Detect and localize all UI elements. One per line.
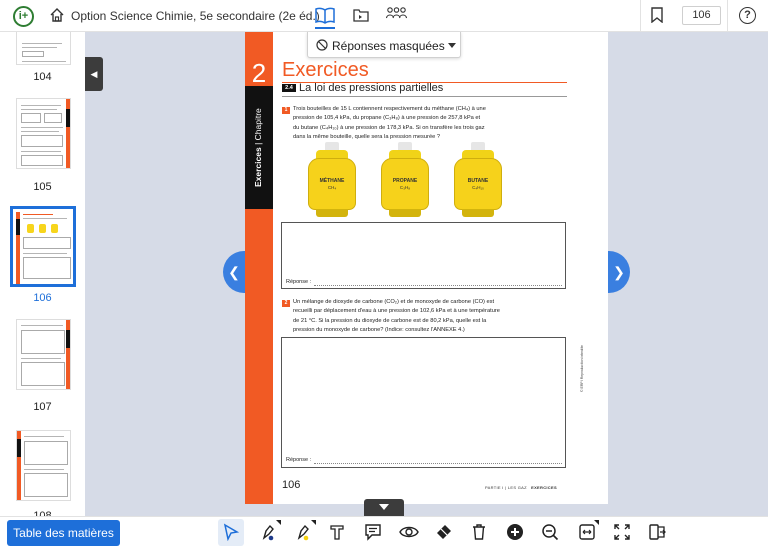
copyright-credit: © ERPI Reproduction interdite [580, 345, 584, 392]
thumbnail-page-107[interactable] [16, 319, 71, 390]
section-rule [282, 96, 567, 97]
group-icon[interactable] [386, 6, 407, 22]
chapter-number: 2 [251, 58, 267, 88]
zoom-in-button[interactable] [502, 519, 528, 546]
exercise-number: 1 [282, 107, 290, 114]
section-number: 2.4 [282, 84, 296, 92]
comment-icon [365, 524, 381, 541]
answers-dropdown-label: Réponses masquées [332, 39, 445, 53]
toggle-toolbar-button[interactable] [364, 499, 404, 516]
trash-icon [473, 524, 485, 540]
thumbnail-sidebar: 104 105 106 107 108 [0, 32, 85, 516]
zoom-out-button[interactable] [537, 519, 563, 546]
page-footer: PARTIE I | LES GAZ EXERCICES [485, 485, 557, 490]
textbook-page: 2 Exercices | Chapitre Exercices 2.4 La … [245, 32, 608, 504]
cursor-tool[interactable] [218, 519, 244, 546]
top-bar: i+ Option Science Chimie, 5e secondaire … [0, 0, 768, 32]
pen-tool[interactable] [256, 519, 282, 546]
answer-box[interactable]: Réponse : [281, 337, 566, 468]
gas-tank-butane: BUTANE C₄H₁₀ [453, 142, 503, 217]
table-of-contents-button[interactable]: Table des matières [7, 520, 120, 546]
text-icon [330, 525, 344, 540]
topbar-divider [727, 0, 728, 32]
gas-tank-methane: MÉTHANE CH₄ [307, 142, 357, 217]
bottom-toolbar: Table des matières [0, 516, 768, 548]
dual-page-button[interactable] [644, 519, 670, 546]
thumbnail-label: 106 [33, 292, 52, 304]
page-number-input[interactable]: 106 [682, 6, 721, 25]
thumbnail-page-106[interactable] [10, 206, 76, 287]
visibility-tool[interactable] [395, 519, 421, 546]
thumbnail-label: 107 [33, 401, 52, 413]
answers-visibility-dropdown[interactable]: Réponses masquées [307, 32, 461, 58]
home-icon[interactable] [49, 7, 65, 23]
document-title: Option Science Chimie, 5e secondaire (2e… [71, 9, 320, 23]
help-icon[interactable]: ? [739, 7, 756, 24]
fit-width-icon [579, 524, 595, 540]
eraser-icon [437, 525, 451, 539]
app-logo[interactable]: i+ [13, 6, 34, 27]
comment-tool[interactable] [360, 519, 386, 546]
exercise-text: Trois bouteilles de 15 L contiennent res… [293, 106, 486, 140]
chevron-down-icon [448, 43, 456, 48]
folder-icon[interactable] [353, 7, 369, 23]
book-icon[interactable] [315, 6, 335, 24]
exercise-text: Un mélange de dioxyde de carbone (CO₂) e… [293, 299, 500, 333]
pen-icon [262, 524, 274, 541]
thumbnail-page-105[interactable] [16, 98, 71, 169]
gas-tank-propane: PROPANE C₃H₈ [380, 142, 430, 217]
active-view-indicator [315, 27, 335, 29]
eye-off-icon [316, 39, 328, 51]
answer-box[interactable]: Réponse : [281, 222, 566, 289]
page-title: Exercices [282, 59, 369, 81]
zoom-in-icon [507, 524, 523, 540]
fullscreen-button[interactable] [609, 519, 635, 546]
thumbnail-page-108[interactable] [16, 430, 71, 501]
topbar-divider [640, 0, 641, 32]
fullscreen-icon [614, 524, 630, 540]
side-label: Exercices | Chapitre [253, 108, 263, 187]
thumbnail-label: 104 [33, 71, 52, 83]
eye-icon [399, 526, 419, 538]
thumbnail-label: 105 [33, 181, 52, 193]
zoom-out-icon [542, 524, 559, 541]
delete-tool[interactable] [466, 519, 492, 546]
section-title: La loi des pressions partielles [299, 82, 444, 94]
page-folio: 106 [282, 479, 301, 491]
text-tool[interactable] [324, 519, 350, 546]
thumbnail-page-104[interactable] [16, 32, 71, 65]
cursor-icon [223, 523, 240, 541]
fit-width-button[interactable] [574, 519, 600, 546]
bookmark-icon[interactable] [651, 7, 663, 23]
highlighter-tool[interactable] [291, 519, 317, 546]
dual-page-icon [649, 524, 666, 540]
exercise-number: 2 [282, 300, 290, 307]
eraser-tool[interactable] [431, 519, 457, 546]
collapse-sidebar-button[interactable]: ◀ [85, 57, 103, 91]
highlighter-icon [297, 524, 309, 541]
